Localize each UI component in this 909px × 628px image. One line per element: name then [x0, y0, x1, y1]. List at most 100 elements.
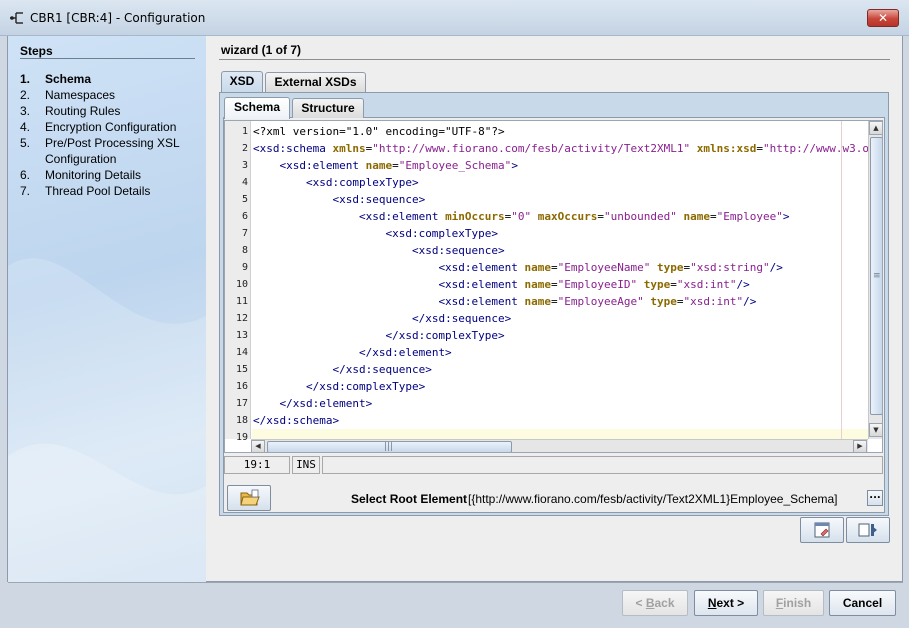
- code-area[interactable]: <?xml version="1.0" encoding="UTF-8"?> <x…: [252, 121, 868, 439]
- scroll-up-icon[interactable]: ▲: [869, 121, 882, 135]
- line-number: 7: [241, 228, 248, 239]
- scroll-down-icon[interactable]: ▼: [869, 423, 882, 437]
- code-token: name: [365, 159, 393, 172]
- edit-schema-button[interactable]: [800, 517, 844, 543]
- line-number: 16: [235, 381, 248, 392]
- code-line: <xsd:sequence>: [253, 191, 425, 208]
- code-token: >: [511, 159, 518, 172]
- line-number: 8: [241, 245, 248, 256]
- horizontal-scroll-thumb[interactable]: |||: [267, 441, 512, 452]
- step-number: 7.: [20, 184, 31, 198]
- vertical-scroll-thumb[interactable]: ≡: [870, 137, 882, 415]
- code-line: </xsd:sequence>: [253, 361, 432, 378]
- edit-schema-icon: [814, 522, 830, 538]
- vertical-scrollbar[interactable]: ▲ ≡ ▼: [868, 121, 882, 439]
- line-number: 19: [235, 432, 248, 443]
- step-number: 5.: [20, 136, 31, 150]
- code-token: />: [743, 295, 757, 308]
- code-token: </xsd:complexType>: [385, 329, 505, 342]
- code-token: =: [551, 295, 558, 308]
- xml-code-editor[interactable]: 1 2 3 4 5 6 7 8 9 10 11 12 13 14 15 16 17 18 19 <?xml vers…: [224, 120, 883, 453]
- scroll-right-icon[interactable]: ▶: [853, 440, 867, 452]
- code-line: </xsd:complexType>: [253, 378, 425, 395]
- step-number: 4.: [20, 120, 31, 134]
- code-token: </xsd:schema>: [253, 414, 340, 427]
- finish-button-text: inish: [783, 596, 812, 610]
- code-token: "http://www.fiorano.com/fesb/activity/Te…: [372, 142, 691, 155]
- line-number: 13: [235, 330, 248, 341]
- export-button[interactable]: [846, 517, 890, 543]
- code-token: </xsd:element>: [358, 346, 452, 359]
- step-label: Schema: [45, 72, 92, 86]
- line-number: 14: [235, 347, 248, 358]
- step-number: 3.: [20, 104, 31, 118]
- code-line: <xsd:sequence>: [253, 242, 505, 259]
- code-token: <xsd:element: [438, 295, 525, 308]
- tab-external-xsds[interactable]: External XSDs: [265, 72, 366, 92]
- next-button-text: ext >: [716, 596, 745, 610]
- line-number: 9: [241, 262, 248, 273]
- line-number: 5: [241, 194, 248, 205]
- line-number: 10: [235, 279, 248, 290]
- step-label: Routing Rules: [45, 104, 121, 118]
- code-token: <xsd:sequence>: [411, 244, 505, 257]
- code-token: </xsd:sequence>: [411, 312, 512, 325]
- close-button[interactable]: ✕: [867, 9, 899, 27]
- code-token: =: [676, 295, 684, 308]
- tab-xsd[interactable]: XSD: [221, 71, 263, 93]
- browse-root-element-button[interactable]: ...: [867, 490, 883, 506]
- code-line: <xsd:element name="EmployeeID" type="xsd…: [253, 276, 749, 293]
- finish-button[interactable]: Finish: [763, 590, 824, 616]
- back-button[interactable]: < Back: [622, 590, 688, 616]
- footer-divider: [8, 582, 903, 583]
- code-token: <?xml version="1.0" encoding="UTF-8"?>: [253, 125, 505, 138]
- code-line: <xsd:schema xmlns = "http://www.fiorano.co…: [253, 140, 868, 157]
- code-token: <xsd:element: [279, 159, 366, 172]
- line-number: 12: [235, 313, 248, 324]
- code-token: </xsd:sequence>: [332, 363, 432, 376]
- code-token: <xsd:element: [438, 278, 525, 291]
- line-number: 3: [241, 160, 248, 171]
- editor-status-bar: 19:1 INS: [224, 456, 883, 474]
- code-token: "xsd:int": [683, 295, 744, 308]
- line-number: 2: [241, 143, 248, 154]
- cursor-position: 19:1: [224, 456, 290, 474]
- code-token: <xsd:schema: [253, 142, 333, 155]
- sidebar-background-swoosh: [8, 258, 206, 582]
- step-label: Monitoring Details: [45, 168, 142, 182]
- line-number: 4: [241, 177, 248, 188]
- steps-panel: Steps 1. Schema 2. Namespaces 3. Routing…: [8, 36, 206, 582]
- code-token: "EmployeeID": [557, 278, 638, 291]
- code-token: "unbounded": [604, 210, 677, 223]
- open-file-button[interactable]: [227, 485, 271, 511]
- back-button-text: ack: [654, 596, 675, 610]
- tab-schema[interactable]: Schema: [224, 97, 290, 119]
- close-icon: ✕: [877, 11, 889, 25]
- code-token: "EmployeeName": [557, 261, 651, 274]
- root-element-label: Select Root Element: [351, 492, 468, 506]
- code-token: =: [551, 261, 558, 274]
- wizard-divider: [219, 59, 890, 60]
- horizontal-scrollbar[interactable]: ◀ ||| ▶: [251, 439, 868, 452]
- code-line: <xsd:element name="EmployeeAge" type="xs…: [253, 293, 756, 310]
- code-line: </xsd:schema>: [253, 412, 339, 429]
- print-margin: [841, 121, 842, 439]
- code-token: =: [392, 159, 399, 172]
- code-token: />: [769, 261, 783, 274]
- next-button[interactable]: Next >: [694, 590, 758, 616]
- code-token: =: [670, 278, 677, 291]
- cancel-button[interactable]: Cancel: [829, 590, 896, 616]
- tab-structure[interactable]: Structure: [292, 98, 364, 118]
- scroll-left-icon[interactable]: ◀: [251, 440, 265, 452]
